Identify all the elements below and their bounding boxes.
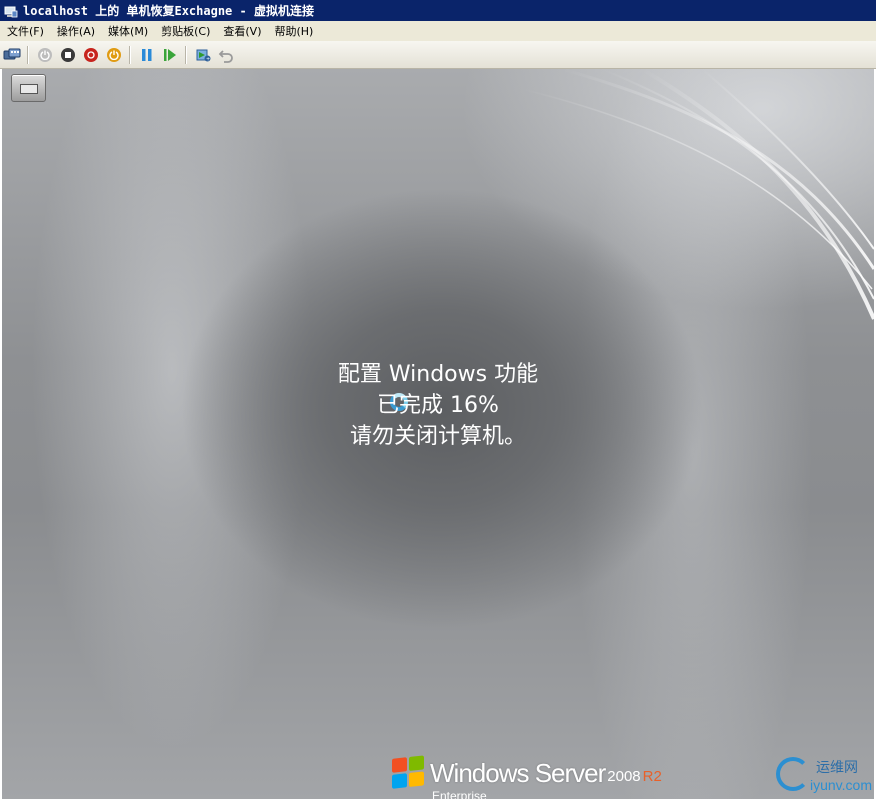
turn-off-icon <box>61 47 75 62</box>
keyboard-icon <box>20 84 38 94</box>
menu-view[interactable]: 查看(V) <box>216 23 267 39</box>
menu-help[interactable]: 帮助(H) <box>267 23 319 39</box>
brand-edition: Enterprise <box>432 789 487 799</box>
revert-icon <box>218 49 233 63</box>
watermark-line1: 运维网 <box>816 760 858 776</box>
svg-text:+: + <box>206 56 210 62</box>
update-status: 配置 Windows 功能 已完成 16% 请勿关闭计算机。 <box>2 359 874 452</box>
brand-r2: R2 <box>642 768 662 785</box>
reset-button[interactable] <box>161 46 179 64</box>
keyboard-toggle-button[interactable] <box>11 74 46 102</box>
revert-button[interactable] <box>217 46 235 64</box>
shut-down-button[interactable] <box>82 46 100 64</box>
save-state-button[interactable] <box>105 46 123 64</box>
menu-action[interactable]: 操作(A) <box>50 23 101 39</box>
watermark-line2: iyunv.com <box>810 777 872 793</box>
windows-server-logo: Windows Server 2008 R2 Enterprise <box>392 755 662 799</box>
site-watermark: 运维网 iyunv.com <box>776 755 874 799</box>
snapshot-button[interactable]: + <box>194 46 212 64</box>
windows-flag-icon <box>392 755 426 791</box>
menu-clipboard[interactable]: 剪贴板(C) <box>154 23 216 39</box>
menu-file[interactable]: 文件(F) <box>0 23 50 39</box>
toolbar-separator <box>185 45 187 64</box>
status-progress: 已完成 16% <box>377 393 499 418</box>
window-titlebar[interactable]: localhost 上的 单机恢复Exchagne - 虚拟机连接 <box>0 0 876 21</box>
save-state-icon <box>107 47 121 62</box>
shut-down-icon <box>84 47 98 62</box>
status-title: 配置 Windows 功能 <box>337 362 539 387</box>
ctrl-alt-del-icon <box>3 48 21 59</box>
watermark-logo-icon <box>776 757 810 791</box>
vm-connection-icon <box>4 4 18 18</box>
ctrl-alt-del-button[interactable] <box>3 46 21 64</box>
pause-icon <box>142 48 152 61</box>
status-warning: 请勿关闭计算机。 <box>349 424 526 449</box>
snapshot-icon: + <box>196 49 211 62</box>
brand-name: Windows Server <box>430 758 606 788</box>
toolbar: + <box>0 41 876 69</box>
window-title: localhost 上的 单机恢复Exchagne - 虚拟机连接 <box>23 4 314 18</box>
brand-version: 2008 <box>607 768 641 785</box>
menu-media[interactable]: 媒体(M) <box>101 23 154 39</box>
pause-button[interactable] <box>138 46 156 64</box>
start-button[interactable] <box>36 46 54 64</box>
vm-screen[interactable]: 配置 Windows 功能 已完成 16% 请勿关闭计算机。 Windows S… <box>2 69 874 799</box>
start-icon <box>38 47 52 62</box>
turn-off-button[interactable] <box>59 46 77 64</box>
toolbar-separator <box>27 45 29 64</box>
menu-bar: 文件(F) 操作(A) 媒体(M) 剪贴板(C) 查看(V) 帮助(H) <box>0 21 876 42</box>
reset-icon <box>164 48 176 61</box>
toolbar-separator <box>129 45 131 64</box>
